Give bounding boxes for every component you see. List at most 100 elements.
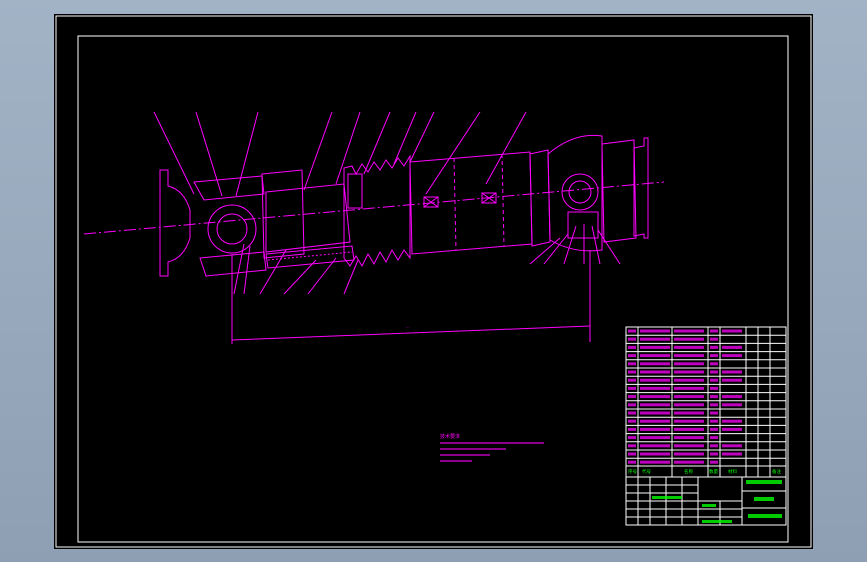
parts-list-cell <box>710 337 718 341</box>
parts-list-cell <box>710 329 718 333</box>
parts-list-cell <box>710 460 718 464</box>
parts-list-cell <box>710 403 718 407</box>
parts-list-cell <box>640 452 670 456</box>
parts-list-cell <box>628 395 636 399</box>
tube-break-1 <box>453 157 457 251</box>
parts-list-cell <box>710 370 718 374</box>
left-yoke-top <box>193 175 265 201</box>
dimension-value: ... <box>406 324 410 329</box>
parts-list-cell <box>722 354 742 358</box>
parts-list-cell <box>710 436 718 440</box>
parts-list-cell <box>628 460 636 464</box>
parts-list-cell <box>640 444 670 448</box>
parts-list-cell <box>722 345 742 349</box>
parts-list-cell <box>710 427 718 431</box>
col-material-header: 材料 <box>728 468 737 475</box>
parts-list-cell <box>640 411 670 415</box>
parts-list-cell <box>722 427 742 431</box>
bellows-boot <box>343 154 411 268</box>
title-block <box>625 476 787 526</box>
parts-list-cell <box>628 329 636 333</box>
parts-list-cell <box>674 354 704 358</box>
parts-list-cell <box>722 452 742 456</box>
spline-section-hatch <box>347 173 363 209</box>
parts-list-cell <box>674 345 704 349</box>
parts-list-cell <box>628 370 636 374</box>
technical-notes: 技术要求 <box>440 433 544 462</box>
parts-list-cell <box>710 395 718 399</box>
parts-list-cell <box>674 427 704 431</box>
parts-list-cell <box>674 370 704 374</box>
parts-list-cell <box>674 329 704 333</box>
parts-list-cell <box>640 378 670 382</box>
tube-end <box>529 149 551 247</box>
parts-list-cell <box>628 436 636 440</box>
parts-list-cell <box>674 460 704 464</box>
parts-list-cell <box>674 419 704 423</box>
center-line <box>83 181 665 235</box>
parts-list-cell <box>674 403 704 407</box>
right-joint-outer <box>561 173 599 211</box>
overall-dimension: ... <box>231 250 591 344</box>
parts-list-cell <box>710 378 718 382</box>
parts-list-cell <box>628 427 636 431</box>
parts-list-cell <box>640 370 670 374</box>
parts-list-cell <box>628 354 636 358</box>
parts-list-cell <box>710 452 718 456</box>
parts-list-cell <box>710 386 718 390</box>
parts-list-cell <box>710 362 718 366</box>
parts-list-cell <box>628 386 636 390</box>
parts-list: 代号 序号 名称 数量 材料 备注 <box>625 326 787 478</box>
parts-list-cell <box>722 378 742 382</box>
parts-list-cell <box>674 337 704 341</box>
left-joint-outer <box>207 204 257 254</box>
parts-list-cell <box>640 345 670 349</box>
parts-list-cell <box>640 427 670 431</box>
cad-drawing: ... 技术要求 代号 序号 名称 数量 材料 备注 <box>55 15 812 548</box>
col-name-header: 名称 <box>684 468 693 475</box>
parts-list-cell <box>722 329 742 333</box>
parts-list-cell <box>640 395 670 399</box>
yoke-hub <box>261 169 305 259</box>
spline-shaft <box>265 183 351 253</box>
parts-list-cell <box>640 403 670 407</box>
parts-list-cell <box>628 337 636 341</box>
parts-list-cell <box>628 345 636 349</box>
parts-list-cell <box>674 378 704 382</box>
parts-list-cell <box>722 395 742 399</box>
right-joint-inner <box>568 180 592 204</box>
parts-list-cell <box>722 444 742 448</box>
parts-list-cell <box>722 370 742 374</box>
notes-title: 技术要求 <box>440 433 460 440</box>
parts-list-cell <box>640 329 670 333</box>
parts-list-cell <box>640 436 670 440</box>
spline-hatch-lower <box>265 245 355 269</box>
parts-list-cell <box>674 411 704 415</box>
col-code-header: 代号 <box>642 468 651 475</box>
parts-list-cell <box>628 378 636 382</box>
parts-list-cell <box>628 411 636 415</box>
left-yoke-bottom <box>199 251 267 277</box>
parts-list-cell <box>628 444 636 448</box>
outer-border <box>55 15 812 548</box>
col-note-header: 备注 <box>772 468 781 475</box>
parts-list-cell <box>640 362 670 366</box>
parts-list-cell <box>640 460 670 464</box>
leader-lines <box>153 111 621 295</box>
parts-list-cell <box>674 436 704 440</box>
parts-list-cell <box>674 452 704 456</box>
parts-list-cell <box>674 395 704 399</box>
parts-list-cell <box>722 419 742 423</box>
parts-list-cell <box>674 362 704 366</box>
parts-list-cell <box>710 411 718 415</box>
parts-list-cell <box>640 419 670 423</box>
parts-list-cell <box>674 386 704 390</box>
col-qty-header: 数量 <box>709 468 718 475</box>
parts-list-cell <box>628 452 636 456</box>
col-seq-header: 序号 <box>628 468 637 475</box>
drawing-viewport[interactable]: ... 技术要求 代号 序号 名称 数量 材料 备注 <box>54 14 813 549</box>
parts-list-cell <box>710 419 718 423</box>
tube-break-2 <box>501 153 505 247</box>
right-cross <box>601 139 637 243</box>
parts-list-cell <box>710 354 718 358</box>
